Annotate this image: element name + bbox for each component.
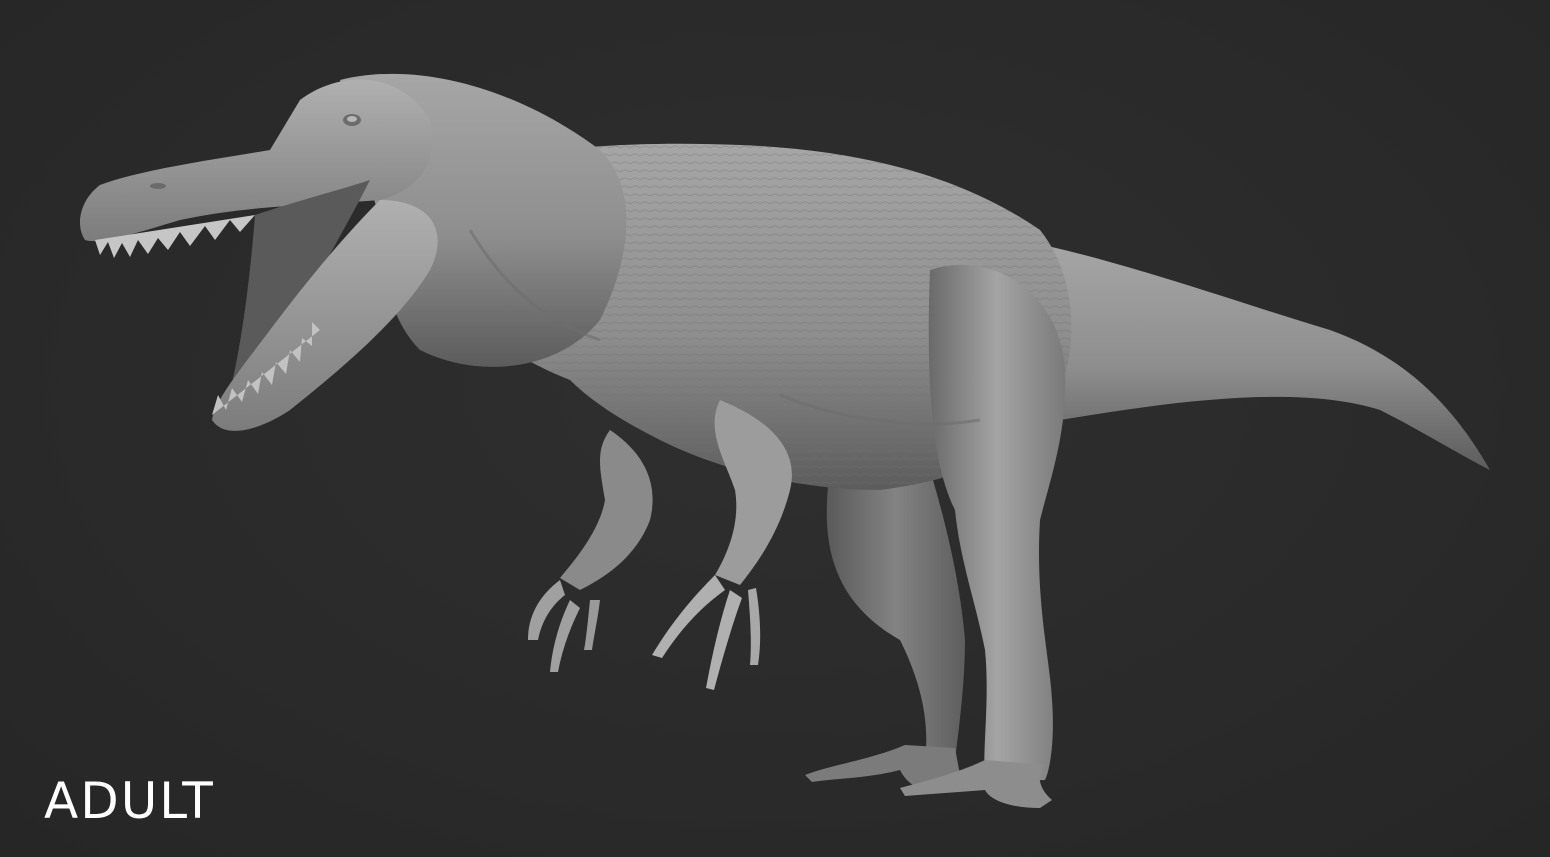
tail [1020,240,1490,470]
age-stage-label: ADULT [44,772,215,830]
dinosaur-sculpt-render [80,73,1490,808]
far-arm [528,430,653,672]
far-hind-leg [805,470,965,790]
render-viewport: ADULT [0,0,1550,857]
head [80,79,438,431]
